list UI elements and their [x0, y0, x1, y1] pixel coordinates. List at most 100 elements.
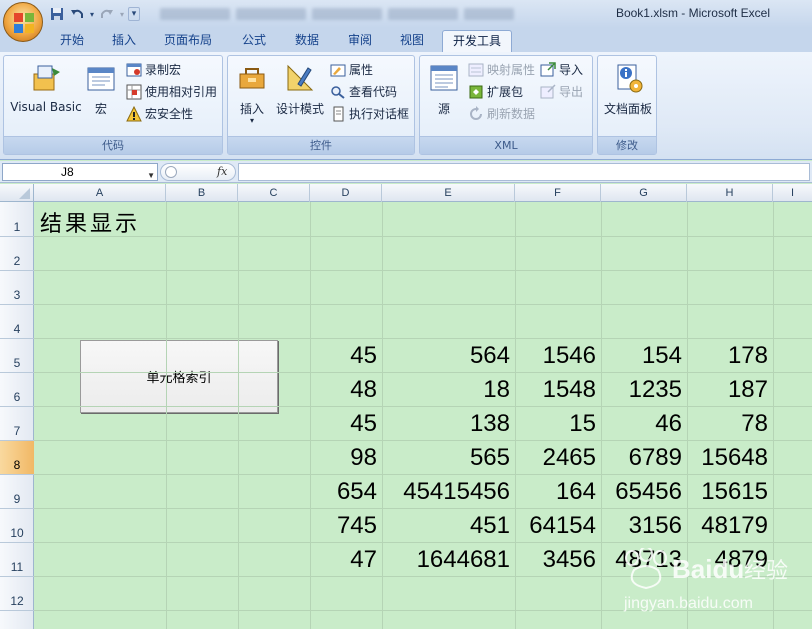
column-header[interactable]: C: [238, 184, 310, 202]
data-cell[interactable]: 1546: [515, 339, 601, 373]
xml-source-button[interactable]: 源: [424, 62, 464, 117]
redo-icon[interactable]: [98, 5, 116, 23]
column-header[interactable]: D: [310, 184, 382, 202]
expansion-packs-button[interactable]: 扩展包: [468, 82, 523, 102]
map-properties-button[interactable]: 映射属性: [468, 60, 535, 80]
data-cell[interactable]: 98: [310, 441, 382, 475]
undo-dropdown-icon[interactable]: ▾: [88, 5, 96, 23]
row-header[interactable]: 7: [0, 407, 34, 441]
cell-index-button[interactable]: 单元格索引: [80, 340, 278, 413]
data-cell[interactable]: 48: [310, 373, 382, 407]
cell-a1-title[interactable]: 结果显示: [40, 206, 140, 238]
data-cell[interactable]: 15615: [687, 475, 773, 509]
grid-line: [34, 236, 812, 237]
properties-button[interactable]: 属性: [330, 60, 373, 80]
column-header[interactable]: H: [687, 184, 773, 202]
expand-circle-icon[interactable]: [165, 166, 177, 178]
data-cell[interactable]: 3456: [515, 543, 601, 577]
data-cell[interactable]: 565: [382, 441, 515, 475]
data-cell[interactable]: 45415456: [382, 475, 515, 509]
column-header[interactable]: F: [515, 184, 601, 202]
data-cell[interactable]: 564: [382, 339, 515, 373]
document-panel-button[interactable]: 文档面板: [600, 62, 656, 117]
row-header[interactable]: 3: [0, 271, 34, 305]
row-header[interactable]: 2: [0, 237, 34, 271]
macros-button[interactable]: 宏: [84, 62, 118, 117]
data-cell[interactable]: 15648: [687, 441, 773, 475]
view-code-button[interactable]: 查看代码: [330, 82, 397, 102]
select-all-corner[interactable]: [0, 184, 34, 202]
refresh-data-button[interactable]: 刷新数据: [468, 104, 535, 124]
redo-dropdown-icon[interactable]: ▾: [118, 5, 126, 23]
data-cell[interactable]: 47: [310, 543, 382, 577]
data-cell[interactable]: 78: [687, 407, 773, 441]
group-modify-label: 修改: [598, 136, 656, 154]
data-cell[interactable]: 138: [382, 407, 515, 441]
run-dialog-button[interactable]: 执行对话框: [330, 104, 409, 124]
customize-icon[interactable]: ▾: [128, 7, 140, 21]
data-cell[interactable]: 48179: [687, 509, 773, 543]
tab-formulas[interactable]: 公式: [232, 30, 276, 52]
row-header[interactable]: 11: [0, 543, 34, 577]
row-header[interactable]: 4: [0, 305, 34, 339]
data-cell[interactable]: 1235: [601, 373, 687, 407]
data-cell[interactable]: 451: [382, 509, 515, 543]
grid-line: [166, 202, 167, 629]
chevron-down-icon[interactable]: ▼: [147, 168, 155, 184]
row-header[interactable]: 5: [0, 339, 34, 373]
data-cell[interactable]: 64154: [515, 509, 601, 543]
tab-home[interactable]: 开始: [50, 30, 94, 52]
data-cell[interactable]: 48713: [601, 543, 687, 577]
data-cell[interactable]: 745: [310, 509, 382, 543]
data-cell[interactable]: 3156: [601, 509, 687, 543]
data-cell[interactable]: 164: [515, 475, 601, 509]
tab-page-layout[interactable]: 页面布局: [154, 30, 222, 52]
data-cell[interactable]: 154: [601, 339, 687, 373]
column-header[interactable]: E: [382, 184, 515, 202]
worksheet-grid[interactable]: 结果显示 单元格索引 45 564 1546 154 178 48 18 1548 1235 18…: [34, 202, 812, 629]
data-cell[interactable]: 178: [687, 339, 773, 373]
data-cell[interactable]: 1644681: [382, 543, 515, 577]
macro-security-button[interactable]: 宏安全性: [126, 104, 193, 124]
import-button[interactable]: 导入: [540, 60, 583, 80]
data-cell[interactable]: 45: [310, 339, 382, 373]
tab-insert[interactable]: 插入: [102, 30, 146, 52]
tab-review[interactable]: 审阅: [338, 30, 382, 52]
data-cell[interactable]: 2465: [515, 441, 601, 475]
data-cell[interactable]: 4879: [687, 543, 773, 577]
row-header[interactable]: 8: [0, 441, 34, 475]
data-cell[interactable]: 654: [310, 475, 382, 509]
undo-icon[interactable]: [68, 5, 86, 23]
data-cell[interactable]: 15: [515, 407, 601, 441]
data-cell[interactable]: 45: [310, 407, 382, 441]
insert-function-icon[interactable]: fx: [217, 165, 227, 178]
row-header[interactable]: 10: [0, 509, 34, 543]
data-cell[interactable]: 46: [601, 407, 687, 441]
column-header[interactable]: I: [773, 184, 812, 202]
column-header[interactable]: A: [34, 184, 166, 202]
data-cell[interactable]: 65456: [601, 475, 687, 509]
name-box[interactable]: J8 ▼: [2, 163, 158, 181]
insert-control-button[interactable]: 插入 ▾: [232, 62, 272, 125]
visual-basic-button[interactable]: Visual Basic: [8, 62, 84, 114]
row-header[interactable]: 12: [0, 577, 34, 611]
office-button[interactable]: [3, 2, 43, 42]
row-header[interactable]: 1: [0, 202, 34, 237]
column-header[interactable]: G: [601, 184, 687, 202]
data-cell[interactable]: 187: [687, 373, 773, 407]
formula-input[interactable]: [238, 163, 810, 181]
record-macro-button[interactable]: 录制宏: [126, 60, 181, 80]
row-header[interactable]: 9: [0, 475, 34, 509]
data-cell[interactable]: 6789: [601, 441, 687, 475]
export-button[interactable]: 导出: [540, 82, 583, 102]
save-icon[interactable]: [48, 5, 66, 23]
row-header[interactable]: 6: [0, 373, 34, 407]
column-header[interactable]: B: [166, 184, 238, 202]
tab-data[interactable]: 数据: [285, 30, 329, 52]
tab-view[interactable]: 视图: [390, 30, 434, 52]
data-cell[interactable]: 18: [382, 373, 515, 407]
tab-developer[interactable]: 开发工具: [442, 30, 513, 52]
data-cell[interactable]: 1548: [515, 373, 601, 407]
relative-reference-button[interactable]: 使用相对引用: [126, 82, 217, 102]
design-mode-button[interactable]: 设计模式: [274, 62, 326, 117]
